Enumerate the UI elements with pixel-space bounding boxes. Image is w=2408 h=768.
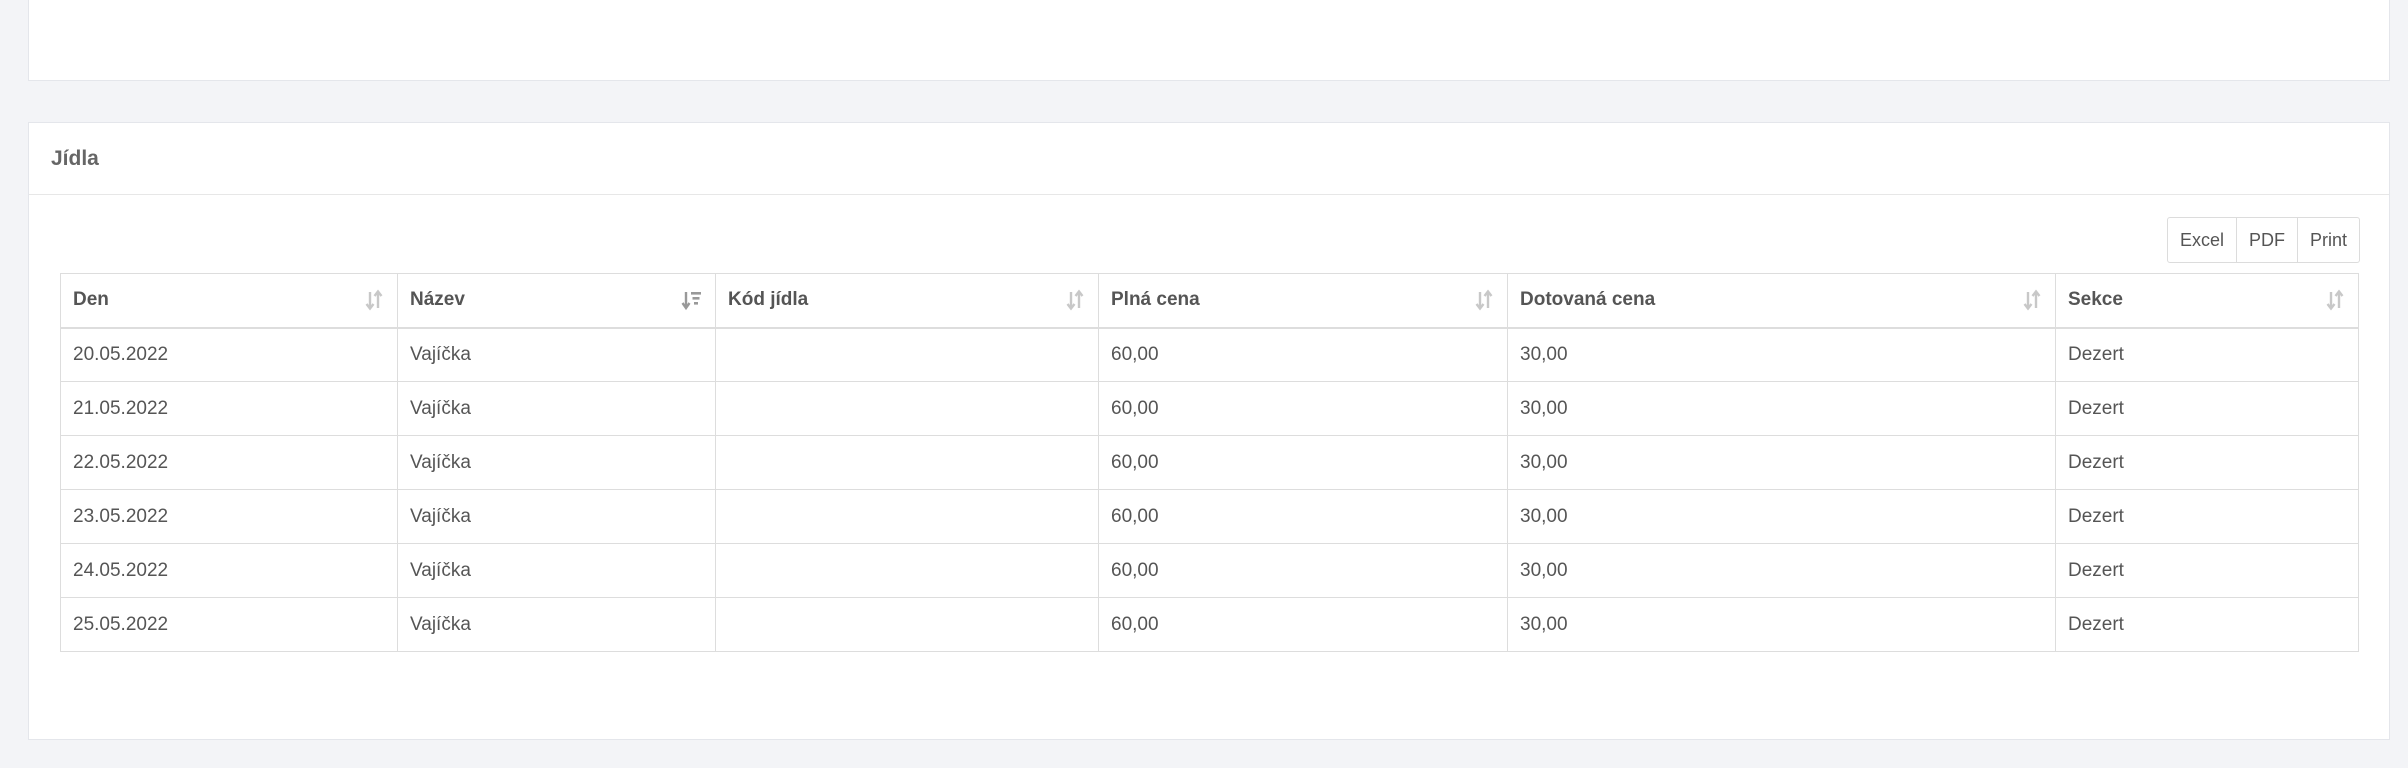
- table-header: Den Název Kód jídla Plná cena Dotovaná cena S…: [60, 273, 2359, 329]
- cell-plna-cena: 60,00: [1098, 489, 1508, 544]
- sort-both-icon[interactable]: [2324, 289, 2346, 311]
- column-header-kod-jidla[interactable]: Kód jídla: [715, 273, 1099, 329]
- column-header-den[interactable]: Den: [60, 273, 398, 329]
- cell-kod-jidla: [715, 435, 1099, 490]
- meals-panel: Jídla Excel PDF Print Den Název Kód jídla P…: [28, 122, 2390, 740]
- table-row: 21.05.2022 Vajíčka 60,00 30,00 Dezert: [60, 381, 2359, 436]
- column-header-label: Plná cena: [1111, 289, 1200, 311]
- column-header-label: Kód jídla: [728, 289, 809, 311]
- column-header-label: Sekce: [2068, 289, 2123, 311]
- pdf-export-button[interactable]: PDF: [2237, 218, 2298, 262]
- export-button-group: Excel PDF Print: [2166, 217, 2360, 263]
- cell-sekce: Dezert: [2055, 327, 2359, 382]
- table-row: 23.05.2022 Vajíčka 60,00 30,00 Dezert: [60, 489, 2359, 544]
- column-header-label: Název: [410, 289, 465, 311]
- excel-export-button[interactable]: Excel: [2168, 218, 2237, 262]
- cell-kod-jidla: [715, 381, 1099, 436]
- cell-sekce: Dezert: [2055, 543, 2359, 598]
- top-panel: [28, 0, 2390, 81]
- sort-both-icon[interactable]: [1473, 289, 1495, 311]
- cell-den: 25.05.2022: [60, 597, 398, 652]
- cell-dotovana-cena: 30,00: [1507, 543, 2056, 598]
- table-body: 20.05.2022 Vajíčka 60,00 30,00 Dezert 21.05.2…: [60, 327, 2359, 652]
- sort-both-icon[interactable]: [2021, 289, 2043, 311]
- cell-plna-cena: 60,00: [1098, 543, 1508, 598]
- cell-den: 21.05.2022: [60, 381, 398, 436]
- cell-sekce: Dezert: [2055, 435, 2359, 490]
- cell-sekce: Dezert: [2055, 597, 2359, 652]
- cell-kod-jidla: [715, 597, 1099, 652]
- column-header-sekce[interactable]: Sekce: [2055, 273, 2359, 329]
- table-row: 25.05.2022 Vajíčka 60,00 30,00 Dezert: [60, 597, 2359, 652]
- cell-nazev: Vajíčka: [397, 489, 716, 544]
- column-header-dotovana-cena[interactable]: Dotovaná cena: [1507, 273, 2056, 329]
- column-header-nazev[interactable]: Název: [397, 273, 716, 329]
- cell-dotovana-cena: 30,00: [1507, 489, 2056, 544]
- column-header-label: Den: [73, 289, 109, 311]
- cell-dotovana-cena: 30,00: [1507, 435, 2056, 490]
- cell-sekce: Dezert: [2055, 381, 2359, 436]
- cell-nazev: Vajíčka: [397, 543, 716, 598]
- cell-kod-jidla: [715, 327, 1099, 382]
- cell-plna-cena: 60,00: [1098, 435, 1508, 490]
- cell-nazev: Vajíčka: [397, 597, 716, 652]
- column-header-label: Dotovaná cena: [1520, 289, 1656, 311]
- cell-dotovana-cena: 30,00: [1507, 381, 2056, 436]
- cell-plna-cena: 60,00: [1098, 381, 1508, 436]
- cell-den: 20.05.2022: [60, 327, 398, 382]
- cell-den: 23.05.2022: [60, 489, 398, 544]
- cell-nazev: Vajíčka: [397, 327, 716, 382]
- panel-title: Jídla: [51, 146, 99, 170]
- sort-active-icon[interactable]: [681, 289, 703, 311]
- cell-nazev: Vajíčka: [397, 381, 716, 436]
- cell-plna-cena: 60,00: [1098, 597, 1508, 652]
- column-header-plna-cena[interactable]: Plná cena: [1098, 273, 1508, 329]
- table-row: 22.05.2022 Vajíčka 60,00 30,00 Dezert: [60, 435, 2359, 490]
- cell-kod-jidla: [715, 543, 1099, 598]
- cell-nazev: Vajíčka: [397, 435, 716, 490]
- cell-den: 24.05.2022: [60, 543, 398, 598]
- print-button[interactable]: Print: [2298, 218, 2359, 262]
- table-row: 24.05.2022 Vajíčka 60,00 30,00 Dezert: [60, 543, 2359, 598]
- sort-both-icon[interactable]: [363, 289, 385, 311]
- cell-plna-cena: 60,00: [1098, 327, 1508, 382]
- meals-table: Den Název Kód jídla Plná cena Dotovaná cena S…: [60, 273, 2359, 652]
- cell-sekce: Dezert: [2055, 489, 2359, 544]
- header-row: Den Název Kód jídla Plná cena Dotovaná cena S…: [60, 273, 2359, 329]
- panel-body: Excel PDF Print Den Název Kód jídla Plná ce…: [29, 195, 2389, 739]
- cell-dotovana-cena: 30,00: [1507, 327, 2056, 382]
- cell-kod-jidla: [715, 489, 1099, 544]
- table-row: 20.05.2022 Vajíčka 60,00 30,00 Dezert: [60, 327, 2359, 382]
- cell-den: 22.05.2022: [60, 435, 398, 490]
- sort-both-icon[interactable]: [1064, 289, 1086, 311]
- cell-dotovana-cena: 30,00: [1507, 597, 2056, 652]
- panel-header: Jídla: [29, 123, 2389, 195]
